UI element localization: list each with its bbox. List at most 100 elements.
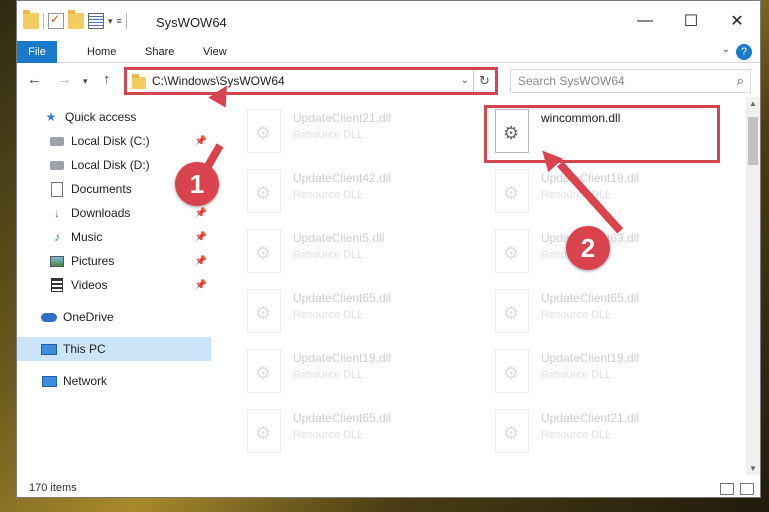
dll-file-icon: [247, 109, 281, 153]
file-name: UpdateClient65.dll: [293, 291, 392, 305]
file-item[interactable]: UpdateClient19.dllResource DLL: [247, 347, 487, 397]
dll-file-icon: [247, 169, 281, 213]
callout-badge-2: 2: [566, 226, 610, 270]
file-type: Resource DLL: [293, 129, 364, 141]
navigation-pane: ★ Quick access Local Disk (C:) 📌 Local D…: [17, 101, 211, 471]
scroll-down-icon[interactable]: ▼: [749, 464, 757, 473]
file-name: UpdateClient21.dll: [541, 411, 640, 425]
sidebar-item-label: OneDrive: [63, 310, 114, 324]
file-type: Resource DLL: [293, 369, 364, 381]
window-controls: — ☐ ✕: [622, 1, 760, 41]
pin-icon[interactable]: 📌: [195, 208, 207, 219]
search-icon[interactable]: ⌕: [737, 73, 744, 89]
drive-icon: [49, 133, 65, 149]
file-type: Resource DLL: [541, 309, 612, 321]
pin-icon[interactable]: 📌: [195, 256, 207, 267]
sidebar-item-pictures[interactable]: Pictures 📌: [17, 249, 211, 273]
customize-dropdown-icon[interactable]: ▾: [108, 16, 113, 27]
documents-icon: [49, 181, 65, 197]
tab-home[interactable]: Home: [77, 41, 126, 63]
customize-menu-icon[interactable]: ≡: [117, 16, 122, 26]
tab-share[interactable]: Share: [135, 41, 184, 63]
quick-access-toolbar: ▾ ≡: [23, 10, 127, 29]
pin-icon[interactable]: 📌: [195, 136, 207, 147]
pin-icon[interactable]: 📌: [195, 280, 207, 291]
dll-file-icon: [495, 169, 529, 213]
maximize-button[interactable]: ☐: [668, 1, 714, 41]
new-folder-icon[interactable]: [68, 10, 84, 29]
file-type: Resource DLL: [293, 309, 364, 321]
help-icon[interactable]: ?: [736, 44, 752, 60]
file-item[interactable]: UpdateClient65.dll Resource DLL: [247, 287, 487, 337]
vertical-scrollbar[interactable]: ▲ ▼: [746, 97, 760, 475]
file-item[interactable]: UpdateClient21.dll Resource DLL: [247, 107, 487, 157]
tab-view[interactable]: View: [193, 41, 237, 63]
pictures-icon: [49, 253, 65, 269]
minimize-button[interactable]: —: [622, 1, 668, 41]
search-input[interactable]: Search SysWOW64 ⌕: [510, 69, 751, 93]
scroll-thumb[interactable]: [748, 117, 758, 165]
address-bar[interactable]: C:\Windows\SysWOW64 ⌄ ↻: [124, 67, 498, 95]
highlight-box-file: [484, 105, 720, 163]
up-arrow-icon[interactable]: ↑: [103, 71, 111, 88]
properties-check-icon[interactable]: [48, 12, 64, 29]
sidebar-item-label: Videos: [71, 278, 108, 292]
sidebar-item-label: Documents: [71, 182, 132, 196]
file-item[interactable]: UpdateClient42.dll Resource DLL: [247, 167, 487, 217]
title-bar: ▾ ≡ SysWOW64 — ☐ ✕: [17, 1, 760, 41]
cloud-icon: [41, 309, 57, 325]
sidebar-item-local-disk-c[interactable]: Local Disk (C:) 📌: [17, 129, 211, 153]
download-icon: ↓: [54, 206, 60, 220]
separator: [125, 13, 127, 29]
details-view-icon[interactable]: [720, 483, 734, 495]
file-type: Resource DLL: [293, 429, 364, 441]
address-dropdown-icon[interactable]: ⌄: [461, 75, 469, 86]
sidebar-item-onedrive[interactable]: OneDrive: [17, 305, 211, 329]
pin-icon[interactable]: 📌: [195, 232, 207, 243]
star-icon: ★: [45, 110, 57, 124]
tiles-view-icon[interactable]: [740, 483, 754, 495]
dll-file-icon: [247, 409, 281, 453]
pc-icon: [41, 341, 57, 357]
window-title: SysWOW64: [156, 15, 227, 30]
sidebar-item-label: Local Disk (C:): [71, 134, 150, 148]
sidebar-item-label: Music: [71, 230, 103, 244]
back-arrow-icon[interactable]: ←: [27, 71, 42, 88]
file-item[interactable]: UpdateClient19.dllResource DLL: [495, 347, 735, 397]
scroll-up-icon[interactable]: ▲: [749, 99, 757, 108]
file-name: UpdateClient19.dll: [541, 171, 640, 185]
sidebar-item-label: Pictures: [71, 254, 115, 268]
sidebar-item-music[interactable]: ♪ Music 📌: [17, 225, 211, 249]
file-item[interactable]: UpdateClient21.dll Resource DLL: [495, 407, 735, 457]
tab-file[interactable]: File: [17, 41, 57, 63]
close-button[interactable]: ✕: [714, 1, 760, 41]
file-name: UpdateClient19.dll: [541, 351, 640, 365]
dll-file-icon: [247, 289, 281, 333]
separator: [43, 13, 44, 29]
sidebar-item-this-pc[interactable]: This PC: [17, 337, 211, 361]
sidebar-item-downloads[interactable]: ↓ Downloads 📌: [17, 201, 211, 225]
item-count: 170 items: [29, 482, 77, 494]
view-toggle: [720, 483, 754, 495]
sidebar-item-network[interactable]: Network: [17, 369, 211, 393]
sidebar-item-quick-access[interactable]: ★ Quick access: [17, 105, 211, 129]
forward-arrow-icon[interactable]: →: [57, 71, 72, 88]
refresh-icon[interactable]: ↻: [473, 70, 495, 92]
sidebar-item-label: Downloads: [71, 206, 131, 220]
file-item[interactable]: UpdateClient5.dll Resource DLL: [247, 227, 487, 277]
ribbon-expand-icon[interactable]: ⌄: [722, 44, 730, 55]
sidebar-item-label: Network: [63, 374, 108, 388]
search-placeholder: Search SysWOW64: [518, 74, 625, 88]
explorer-window: ▾ ≡ SysWOW64 — ☐ ✕ File Home Share View …: [16, 0, 761, 498]
file-item[interactable]: UpdateClient65.dll Resource DLL: [495, 287, 735, 337]
recent-locations-icon[interactable]: ▾: [83, 76, 88, 87]
properties-icon[interactable]: [88, 13, 104, 29]
file-item[interactable]: UpdateClient63.dllResource DLL: [495, 227, 735, 277]
file-type: Resource DLL: [293, 189, 364, 201]
sidebar-item-videos[interactable]: Videos 📌: [17, 273, 211, 297]
folder-icon[interactable]: [23, 10, 39, 29]
network-icon: [41, 373, 57, 389]
file-item[interactable]: UpdateClient19.dllResource DLL: [495, 167, 735, 217]
drive-icon: [49, 157, 65, 173]
file-item[interactable]: UpdateClient65.dll Resource DLL: [247, 407, 487, 457]
